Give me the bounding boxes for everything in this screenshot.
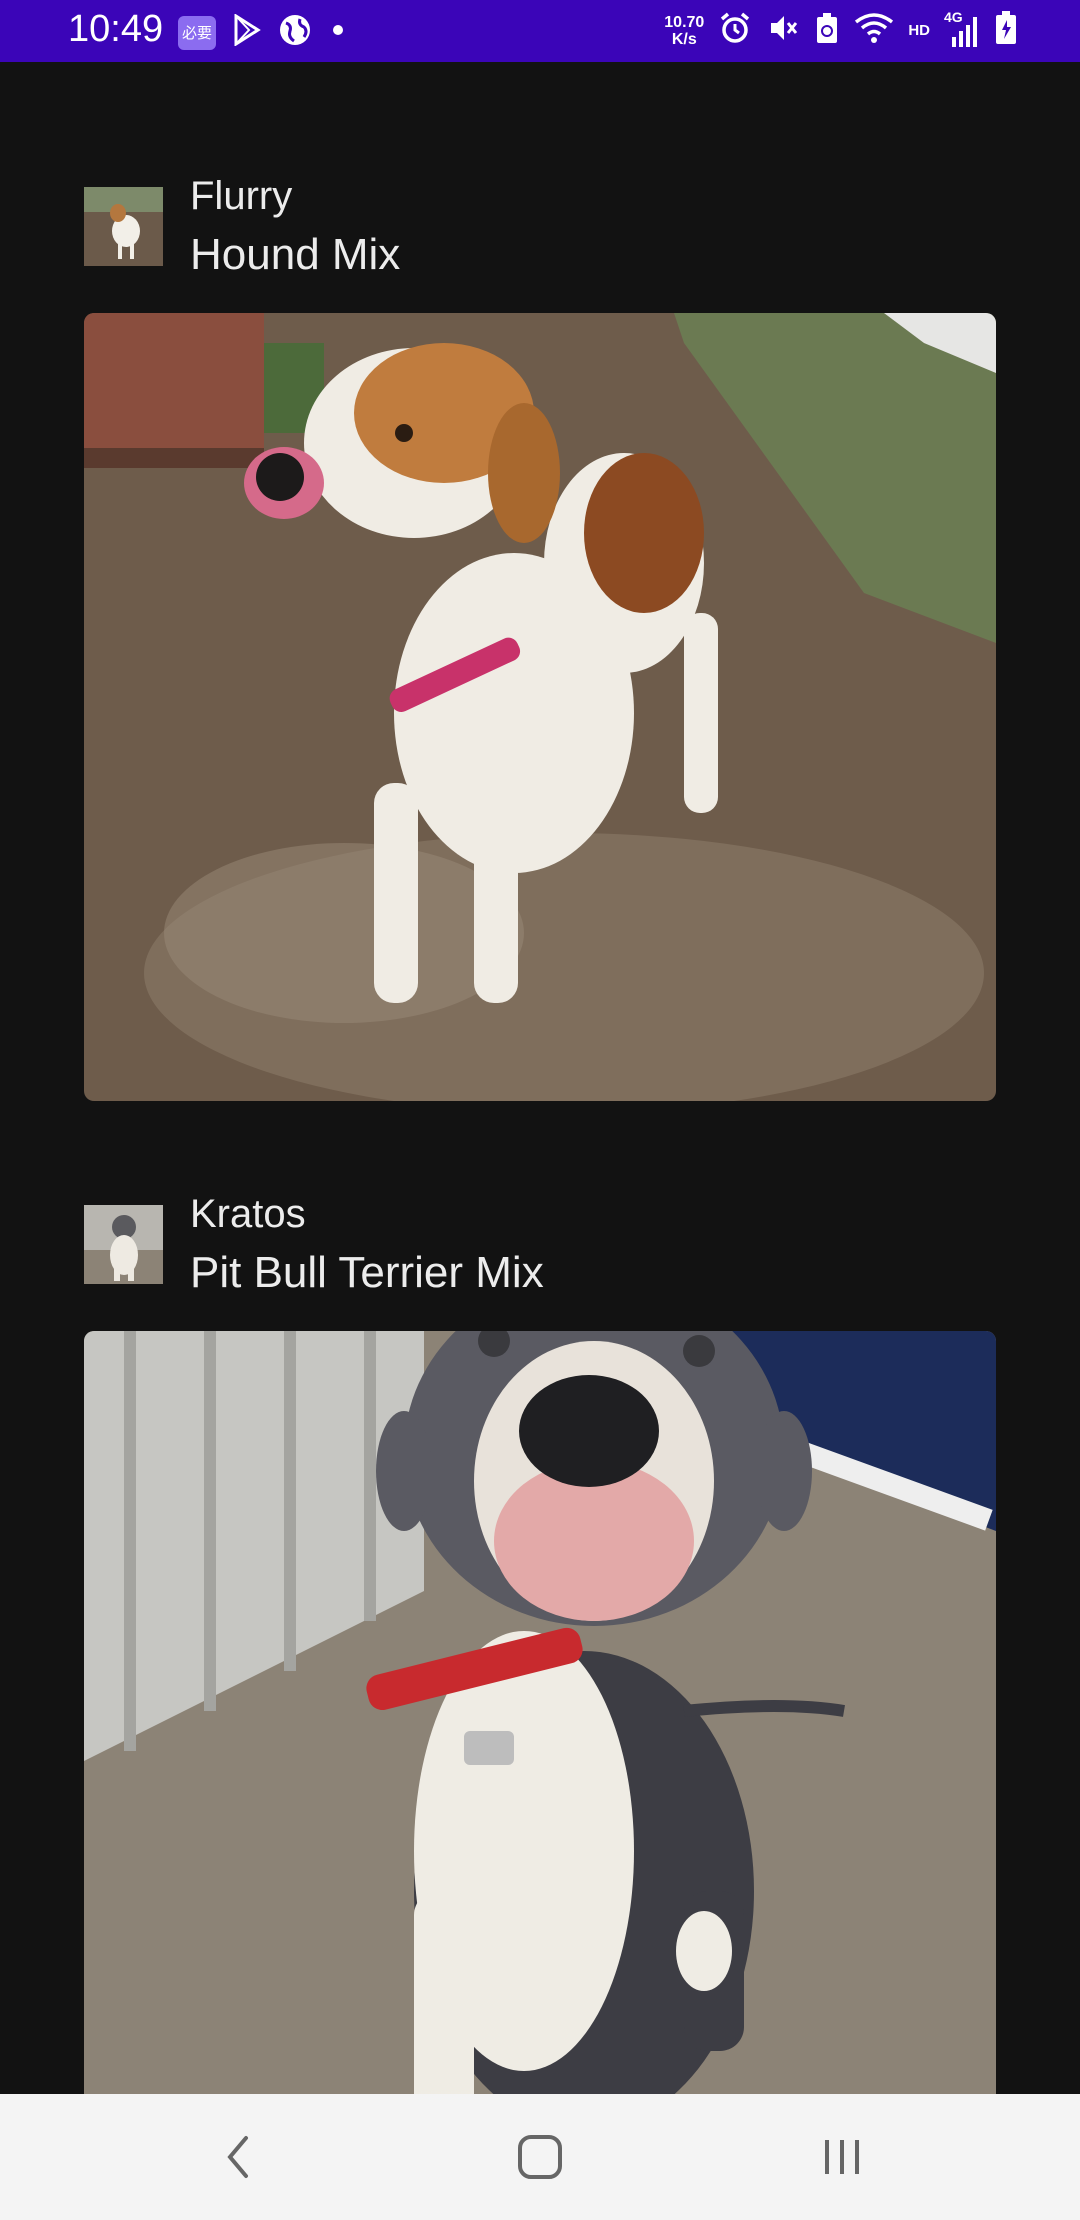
status-time: 10:49 (68, 8, 164, 50)
mute-icon (766, 11, 800, 50)
status-bar: 10:49 必要 10.70 K/s HD 4G (0, 0, 1080, 62)
status-left-icons: 必要 (178, 13, 348, 52)
status-right-icons: 10.70 K/s HD 4G (664, 9, 1018, 51)
dog-thumbnail[interactable] (84, 187, 163, 266)
list-item[interactable]: Flurry Hound Mix (84, 124, 996, 1104)
battery-icon (994, 10, 1018, 51)
signal-icon: 4G (944, 9, 980, 49)
wifi-icon (854, 12, 894, 49)
speed-unit: K/s (671, 30, 697, 48)
pet-breed: Hound Mix (190, 230, 401, 279)
recents-button[interactable] (802, 2122, 882, 2192)
list-item[interactable]: Kratos Pit Bull Terrier Mix (84, 1142, 996, 2094)
speed-value: 10.70 (664, 13, 705, 31)
globe-icon (278, 13, 312, 52)
network-label: HD (908, 22, 930, 39)
navigation-bar (0, 2094, 1080, 2220)
recents-icon (825, 2140, 859, 2174)
pet-name: Kratos (190, 1192, 306, 1236)
pet-breed: Pit Bull Terrier Mix (190, 1248, 544, 1297)
alarm-icon (718, 11, 752, 50)
dog-thumbnail[interactable] (84, 1205, 163, 1284)
pet-name: Flurry (190, 174, 293, 218)
dot-icon (328, 20, 348, 45)
network-speed: 10.70 K/s (664, 14, 704, 48)
hound-dog-photo[interactable] (84, 313, 996, 1101)
recycle-icon (814, 11, 840, 50)
back-button[interactable] (198, 2122, 278, 2192)
play-store-icon (232, 13, 262, 51)
home-icon (518, 2135, 562, 2179)
app-badge-icon: 必要 (178, 15, 216, 50)
back-icon (227, 2136, 248, 2178)
home-button[interactable] (500, 2122, 580, 2192)
pet-list[interactable]: Flurry Hound Mix Kratos Pit Bull Terrier… (0, 62, 1080, 2094)
pit-bull-dog-photo[interactable] (84, 1331, 996, 2094)
